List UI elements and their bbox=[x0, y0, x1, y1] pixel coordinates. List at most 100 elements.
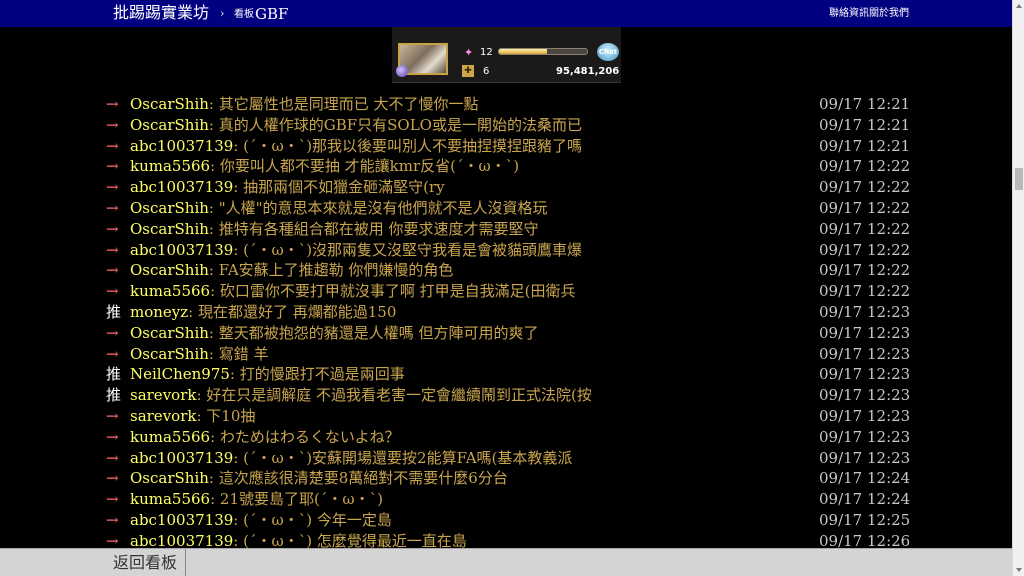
push-userid: OscarShih: FA安蘇上了推趨勒 你們嫌慢的角色 bbox=[130, 260, 453, 280]
push-username: OscarShih bbox=[130, 261, 209, 280]
board-name-link[interactable]: GBF bbox=[255, 4, 288, 24]
push-tag-recommend: 推 bbox=[106, 386, 122, 405]
push-row: → kuma5566: 你要叫人都不要抽 才能讓kmr反省(ˊ・ω・ˋ) 09/17… bbox=[0, 156, 1012, 177]
push-tag-arrow: → bbox=[106, 510, 119, 529]
stat-cross-count: 6 bbox=[483, 66, 490, 77]
push-tag-arrow: → bbox=[106, 178, 119, 197]
push-tag-arrow: → bbox=[106, 95, 119, 113]
back-to-board-button[interactable]: 返回看板 bbox=[106, 549, 186, 576]
push-userid: OscarShih: 其它屬性也是同理而已 大不了慢你一點 bbox=[130, 94, 479, 114]
about-us-link[interactable]: 關於我們 bbox=[869, 7, 909, 21]
push-ipdatetime: 09/17 12:22 bbox=[819, 261, 911, 280]
push-content: : 現在都還好了 再爛都能過150 bbox=[188, 302, 397, 321]
stamina-bar-fill bbox=[499, 49, 548, 54]
rupie-amount: 95,481,206 bbox=[556, 66, 620, 77]
push-username: kuma5566 bbox=[130, 157, 211, 176]
push-username: kuma5566 bbox=[130, 282, 211, 301]
push-tag-arrow: → bbox=[106, 490, 119, 509]
scroll-down-arrow-icon[interactable] bbox=[1016, 568, 1022, 572]
push-username: OscarShih bbox=[130, 344, 209, 363]
push-tag-arrow: → bbox=[106, 136, 119, 155]
push-row: → kuma5566: 砍口雷你不要打甲就沒事了啊 打甲是自我滿足(田衛兵 09/1… bbox=[0, 281, 1012, 302]
push-userid: OscarShih: 推特有各種組合都在被用 你要求速度才需要堅守 bbox=[130, 219, 539, 239]
breadcrumb-separator: › bbox=[220, 7, 225, 20]
breadcrumb-board-label: 看板 bbox=[234, 9, 254, 20]
contact-info-link[interactable]: 聯絡資訊 bbox=[829, 7, 869, 21]
push-ipdatetime: 09/17 12:21 bbox=[819, 136, 911, 155]
push-tag-arrow: → bbox=[106, 282, 119, 301]
push-content: : (ˊ・ω・ˋ)沒那兩隻又沒堅守我看是會被貓頭鷹車爆 bbox=[233, 240, 583, 259]
push-username: abc10037139 bbox=[130, 448, 234, 467]
push-username: abc10037139 bbox=[130, 178, 234, 197]
push-ipdatetime: 09/17 12:23 bbox=[819, 302, 911, 321]
push-userid: OscarShih: 整天都被抱怨的豬還是人權嗎 但方陣可用的爽了 bbox=[130, 323, 539, 343]
site-title-link[interactable]: 批踢踢實業坊 bbox=[113, 3, 209, 23]
push-content: : 你要叫人都不要抽 才能讓kmr反省(ˊ・ω・ˋ) bbox=[210, 157, 520, 176]
push-tag-arrow: → bbox=[106, 198, 119, 217]
push-tag-arrow: → bbox=[106, 115, 119, 134]
stat-crystal-count: 12 bbox=[480, 47, 493, 58]
push-tag-arrow: → bbox=[106, 344, 119, 363]
page-scrollbar[interactable] bbox=[1012, 0, 1024, 576]
push-row: → abc10037139: (ˊ・ω・ˋ)那我以後要叫別人不要抽捏摸捏跟豬了嗎 0… bbox=[0, 136, 1012, 157]
push-username: NeilChen975 bbox=[130, 365, 230, 384]
push-ipdatetime: 09/17 12:22 bbox=[819, 178, 911, 197]
game-screenshot-image: ✦ 12 ✚ 6 Chat 95,481,206 bbox=[392, 27, 621, 83]
push-tag-arrow: → bbox=[106, 469, 119, 488]
push-ipdatetime: 09/17 12:24 bbox=[819, 469, 911, 488]
push-userid: OscarShih: 真的人權作球的GBF只有SOLO或是一開始的法桑而已 bbox=[130, 115, 582, 135]
push-content: : 其它屬性也是同理而已 大不了慢你一點 bbox=[208, 95, 479, 113]
push-row: → OscarShih: 真的人權作球的GBF只有SOLO或是一開始的法桑而已 09… bbox=[0, 115, 1012, 136]
push-username: kuma5566 bbox=[130, 490, 211, 509]
push-tag-arrow: → bbox=[106, 448, 119, 467]
cross-icon: ✚ bbox=[462, 65, 474, 77]
orb-icon bbox=[396, 65, 408, 77]
push-content: : "人權"的意思本來就是沒有他們就不是人沒資格玩 bbox=[208, 198, 548, 217]
crystal-icon: ✦ bbox=[464, 46, 474, 59]
push-content: : 打的慢跟打不過是兩回事 bbox=[229, 365, 405, 384]
push-ipdatetime: 09/17 12:25 bbox=[819, 510, 911, 529]
scroll-thumb[interactable] bbox=[1015, 168, 1023, 190]
push-userid: kuma5566: 21號要島了耶(ˊ・ω・ˋ) bbox=[130, 489, 383, 509]
push-content: : 推特有各種組合都在被用 你要求速度才需要堅守 bbox=[208, 219, 539, 238]
push-row: → OscarShih: 整天都被抱怨的豬還是人權嗎 但方陣可用的爽了 09/17 … bbox=[0, 323, 1012, 344]
push-content: : (ˊ・ω・ˋ)安蘇開場還要按2能算FA嗎(基本教義派 bbox=[233, 448, 573, 467]
push-row: → OscarShih: 這次應該很清楚要8萬絕對不需要什麼6分台 09/17 12… bbox=[0, 468, 1012, 489]
push-ipdatetime: 09/17 12:23 bbox=[819, 448, 911, 467]
push-row: → OscarShih: "人權"的意思本來就是沒有他們就不是人沒資格玩 09/17… bbox=[0, 198, 1012, 219]
scroll-up-arrow-icon[interactable] bbox=[1016, 4, 1022, 8]
push-tag-arrow: → bbox=[106, 427, 119, 446]
push-row: → OscarShih: FA安蘇上了推趨勒 你們嫌慢的角色 09/17 12:22 bbox=[0, 260, 1012, 281]
push-ipdatetime: 09/17 12:22 bbox=[819, 240, 911, 259]
push-content: : わためはわるくないよね？ bbox=[210, 427, 400, 446]
push-username: OscarShih bbox=[130, 469, 209, 488]
push-row: → OscarShih: 其它屬性也是同理而已 大不了慢你一點 09/17 12:2… bbox=[0, 94, 1012, 115]
push-userid: OscarShih: "人權"的意思本來就是沒有他們就不是人沒資格玩 bbox=[130, 198, 548, 218]
push-username: OscarShih bbox=[130, 95, 209, 113]
push-row: 推 sarevork: 好在只是調解庭 不過我看老害一定會繼續鬧到正式法院(按 09… bbox=[0, 385, 1012, 406]
push-username: sarevork bbox=[130, 406, 197, 425]
push-content: : 砍口雷你不要打甲就沒事了啊 打甲是自我滿足(田衛兵 bbox=[210, 282, 576, 301]
stamina-bar bbox=[498, 48, 588, 55]
push-content: : 好在只是調解庭 不過我看老害一定會繼續鬧到正式法院(按 bbox=[196, 386, 592, 405]
push-ipdatetime: 09/17 12:21 bbox=[819, 115, 911, 134]
push-row: 推 moneyz: 現在都還好了 再爛都能過150 09/17 12:23 bbox=[0, 302, 1012, 323]
push-content: : 21號要島了耶(ˊ・ω・ˋ) bbox=[210, 490, 383, 509]
push-tag-arrow: → bbox=[106, 323, 119, 342]
push-username: kuma5566 bbox=[130, 427, 211, 446]
push-content: : 寫錯 羊 bbox=[208, 344, 269, 363]
push-content: : 這次應該很清楚要8萬絕對不需要什麼6分台 bbox=[208, 469, 508, 488]
push-tag-arrow: → bbox=[106, 240, 119, 259]
push-content: : 抽那兩個不如獵金砸滿堅守(ry bbox=[233, 178, 445, 197]
push-username: abc10037139 bbox=[130, 136, 234, 155]
push-username: abc10037139 bbox=[130, 240, 234, 259]
push-row: → OscarShih: 寫錯 羊 09/17 12:23 bbox=[0, 344, 1012, 365]
push-username: OscarShih bbox=[130, 198, 209, 217]
push-userid: OscarShih: 寫錯 羊 bbox=[130, 344, 269, 364]
push-row: → abc10037139: 抽那兩個不如獵金砸滿堅守(ry 09/17 12:22 bbox=[0, 177, 1012, 198]
push-userid: abc10037139: 抽那兩個不如獵金砸滿堅守(ry bbox=[130, 177, 445, 197]
push-ipdatetime: 09/17 12:21 bbox=[819, 95, 911, 113]
push-tag-recommend: 推 bbox=[106, 365, 122, 384]
push-content: : (ˊ・ω・ˋ)那我以後要叫別人不要抽捏摸捏跟豬了嗎 bbox=[233, 136, 583, 155]
push-ipdatetime: 09/17 12:24 bbox=[819, 490, 911, 509]
